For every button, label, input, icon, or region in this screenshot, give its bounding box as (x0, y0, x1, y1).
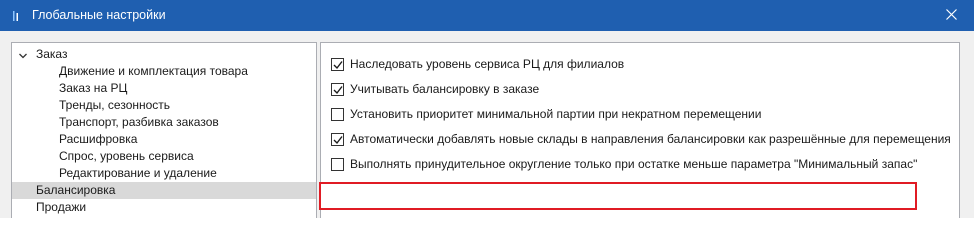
tree-item[interactable]: Расшифровка (12, 131, 137, 148)
title-bar[interactable]: Глобальные настройки (0, 0, 974, 31)
checkbox[interactable] (331, 83, 344, 96)
checkbox[interactable] (331, 158, 344, 171)
tree-item-label: Заказ на РЦ (59, 81, 128, 95)
checkmark-icon (333, 61, 343, 70)
option-consider-balancing[interactable]: Учитывать балансировку в заказе (331, 81, 539, 98)
option-label: Учитывать балансировку в заказе (350, 82, 540, 96)
checkmark-icon (333, 86, 343, 95)
checkbox[interactable] (331, 133, 344, 146)
checkbox[interactable] (331, 58, 344, 71)
option-label: Автоматически добавлять новые склады в н… (350, 132, 951, 146)
tree-item[interactable]: Движение и комплектация товара (12, 63, 248, 80)
tree-item-label: Движение и комплектация товара (59, 64, 248, 78)
close-icon (945, 8, 957, 23)
checkbox[interactable] (331, 108, 344, 121)
tree-item[interactable]: Спрос, уровень сервиса (12, 148, 194, 165)
settings-options-panel: Наследовать уровень сервиса РЦ для филиа… (320, 42, 960, 218)
chevron-down-icon[interactable] (18, 49, 28, 59)
option-min-batch-priority[interactable]: Установить приоритет минимальной партии … (331, 106, 761, 123)
tree-item-label: Продажи (36, 200, 87, 214)
tree-item[interactable]: Редактирование и удаление (12, 165, 217, 182)
option-label: Выполнять принудительное округление толь… (350, 157, 918, 171)
tree-item-balancing[interactable]: Балансировка (12, 182, 316, 199)
tree-item-label: Тренды, сезонность (59, 98, 171, 112)
tree-item[interactable]: Заказ на РЦ (12, 80, 127, 97)
tree-item-label: Редактирование и удаление (59, 166, 217, 180)
close-button[interactable] (928, 0, 974, 31)
tree-item-label: Балансировка (36, 183, 116, 197)
dialog-body: Заказ Движение и комплектация товара Зак… (0, 31, 974, 218)
option-inherit-service-level[interactable]: Наследовать уровень сервиса РЦ для филиа… (331, 56, 624, 73)
tree-item-label: Транспорт, разбивка заказов (59, 115, 219, 129)
option-label: Наследовать уровень сервиса РЦ для филиа… (350, 57, 625, 71)
tree-item[interactable]: Транспорт, разбивка заказов (12, 114, 219, 131)
tree-item-label: Заказ (36, 47, 68, 61)
window-title: Глобальные настройки (32, 8, 166, 22)
tree-item-sales[interactable]: Продажи (12, 199, 86, 216)
global-settings-window: Глобальные настройки Заказ Движение и ко… (0, 0, 974, 218)
checkmark-icon (333, 136, 343, 145)
tree-item[interactable]: Тренды, сезонность (12, 97, 170, 114)
tree-item-order[interactable]: Заказ (12, 46, 67, 63)
tree-item-label: Расшифровка (59, 132, 138, 146)
tree-item-label: Спрос, уровень сервиса (59, 149, 194, 163)
option-forced-rounding[interactable]: Выполнять принудительное округление толь… (331, 156, 917, 173)
settings-tree: Заказ Движение и комплектация товара Зак… (11, 42, 317, 218)
option-auto-add-warehouses[interactable]: Автоматически добавлять новые склады в н… (331, 131, 951, 148)
app-logo-icon (10, 10, 22, 22)
option-label: Установить приоритет минимальной партии … (350, 107, 762, 121)
